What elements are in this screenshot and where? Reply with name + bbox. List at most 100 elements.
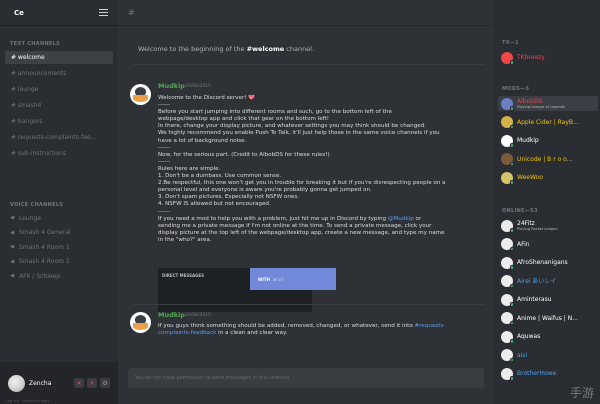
message-line: If you need a mod to help you with a pro…: [158, 215, 422, 222]
member-item[interactable]: Mudkip: [498, 133, 598, 148]
message-line: In there, change your display picture, a…: [158, 123, 427, 130]
watermark: 手游: [569, 386, 594, 400]
member-item[interactable]: WeeWoo: [498, 170, 598, 185]
online-status-icon: [509, 180, 514, 185]
member-text: AlbobDS Playing League of Legends: [517, 98, 565, 110]
avatar: [501, 134, 514, 148]
message-line: in the "who?" area.: [158, 236, 212, 243]
avatar: [501, 293, 514, 307]
menu-icon[interactable]: [99, 9, 108, 16]
mention-link[interactable]: @Mudkip: [388, 216, 414, 222]
avatar: [501, 171, 514, 185]
avatar[interactable]: [130, 312, 151, 333]
member-item[interactable]: Apple Cider | RayB...: [498, 115, 598, 130]
mute-icon[interactable]: ✕: [74, 378, 84, 388]
chat-area: Welcome to the beginning of the #welcome…: [118, 26, 494, 404]
message-line: 4. NSFW IS allowed but not encouraged.: [158, 201, 271, 208]
member-activity: Playing League of Legends: [517, 104, 566, 109]
member-name: Airei あいレイ: [517, 277, 557, 285]
divider: [133, 304, 484, 305]
message-line: webpage/desktop app and click that gear …: [158, 116, 330, 123]
online-status-icon: [509, 265, 514, 270]
member-name: AlbobDS: [517, 97, 543, 105]
member-name: WeeWoo: [517, 174, 543, 181]
message-author[interactable]: Mudkip: [158, 82, 185, 90]
sidebar-item-smash4[interactable]: # smash4: [5, 99, 113, 112]
voice-channel[interactable]: ◀ Smash 4 Room 2: [0, 255, 118, 270]
message-input[interactable]: You do not have permission to send messa…: [128, 368, 484, 388]
member-name: Mudkip: [517, 137, 539, 144]
avatar: [501, 349, 514, 362]
member-item[interactable]: TKbreezy: [498, 50, 598, 65]
deafen-icon[interactable]: ✕: [87, 378, 97, 388]
member-name: Apple Cider | RayB...: [517, 118, 579, 126]
voice-channel[interactable]: ◀ Lounge: [0, 211, 118, 226]
message-timestamp: 10/08/2015: [185, 312, 211, 318]
message-text: in a clean and clear way.: [216, 330, 288, 337]
embed-dm-label: DIRECT MESSAGES: [162, 273, 204, 278]
member-group-header: ONLINE—53: [502, 208, 538, 214]
voice-channel[interactable]: ◀ AFK / Schleep: [0, 269, 118, 284]
message-line: ------: [158, 102, 171, 109]
member-item[interactable]: AfroShenanigans: [498, 255, 598, 270]
sidebar-item-sub-instructions[interactable]: # sub-instructions: [5, 147, 113, 160]
message-image[interactable]: DIRECT MESSAGES WITH who?: [158, 268, 336, 312]
voice-channel[interactable]: ◀ Smash 4 Room 1: [0, 240, 118, 255]
embed-to-label: WITH: [258, 276, 270, 282]
message-author[interactable]: Mudkip: [158, 311, 185, 319]
member-item[interactable]: BrotherHowe: [498, 366, 598, 381]
member-item[interactable]: AFin: [498, 237, 598, 252]
voice-channel-label: Smash 4 General: [19, 229, 71, 237]
member-item[interactable]: Anime | Waifus | N...: [498, 311, 598, 326]
welcome-channel: #welcome: [246, 45, 285, 53]
message-line: Before you start jumping into different …: [158, 109, 392, 116]
server-header[interactable]: Ce: [0, 0, 118, 26]
sidebar-item-requests-complaints-fee[interactable]: # requests-complaints-fee...: [5, 131, 113, 144]
speaker-icon: ◀: [10, 273, 15, 280]
member-item[interactable]: Airei あいレイ: [498, 274, 598, 289]
text-channel-list: # welcome # announcements # lounge # smash4…: [0, 51, 118, 160]
avatar: [501, 219, 514, 233]
embed-who: who?: [272, 276, 284, 282]
avatar[interactable]: [130, 84, 151, 105]
message-line: ------: [158, 144, 171, 151]
avatar[interactable]: [8, 374, 25, 392]
member-item[interactable]: aisi: [498, 348, 598, 363]
member-name: aisi: [517, 351, 528, 359]
member-text: WeeWoo: [517, 174, 543, 181]
welcome-line: Welcome to the beginning of the #welcome…: [138, 45, 314, 53]
gear-icon[interactable]: ⚙: [100, 378, 110, 388]
message-line: 1. Don't be a dumbass. Use common sense.: [158, 173, 282, 180]
member-item[interactable]: Aminterasu: [498, 292, 598, 307]
divider: [133, 64, 484, 65]
member-item[interactable]: Unicode | B r o o...: [498, 152, 598, 167]
online-status-icon: [509, 357, 514, 362]
member-name: 24Fitz: [517, 219, 535, 227]
message-line: ------: [158, 208, 171, 215]
message-timestamp: 10/08/2015: [185, 83, 211, 89]
welcome-suffix: channel.: [284, 45, 315, 53]
speaker-icon: ◀: [10, 229, 15, 236]
sidebar-item-announcements[interactable]: # announcements: [5, 67, 113, 80]
member-list: TX—1 TKbreezy MODS—5 AlbobDS Playing League …: [494, 0, 600, 404]
voice-channel[interactable]: ◀ Smash 4 General: [0, 226, 118, 241]
user-footer[interactable]: Log out · Download apps: [6, 399, 49, 403]
online-status-icon: [509, 106, 514, 111]
online-status-icon: [509, 124, 514, 129]
avatar: [501, 256, 514, 270]
sidebar-item-bangers[interactable]: # bangers: [5, 115, 113, 128]
voice-channels-header: VOICE CHANNELS: [10, 202, 64, 208]
channel-sidebar: Ce TEXT CHANNELS # welcome # announcement…: [0, 0, 118, 404]
message-line: We highly recommend you enable Push To T…: [158, 130, 440, 137]
message-line: Now, for the serious part. (Credit to Al…: [158, 151, 330, 158]
member-item[interactable]: AlbobDS Playing League of Legends: [498, 96, 598, 111]
sidebar-item-welcome[interactable]: # welcome: [5, 51, 113, 64]
text-channels-header: TEXT CHANNELS: [10, 41, 61, 47]
member-text: Apple Cider | RayB...: [517, 119, 579, 126]
message-line: have a lot of background noise.: [158, 137, 247, 144]
sidebar-item-lounge[interactable]: # lounge: [5, 83, 113, 96]
avatar: [501, 116, 514, 129]
member-item[interactable]: Aquwas: [498, 329, 598, 344]
member-item[interactable]: 24Fitz Playing Rocket League: [498, 218, 598, 233]
message-line: personal level and everyone is aware you…: [158, 187, 372, 194]
